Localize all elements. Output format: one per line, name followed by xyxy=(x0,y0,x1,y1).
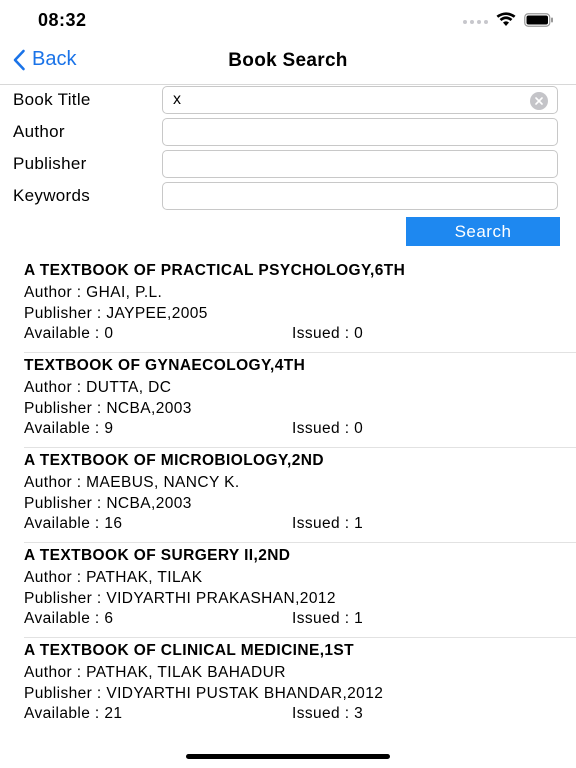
author-label: Author xyxy=(13,122,65,141)
publisher-row: Publisher xyxy=(0,150,576,182)
book-issued: Issued : 3 xyxy=(292,705,364,722)
home-indicator[interactable] xyxy=(186,754,390,759)
book-title: A TEXTBOOK OF MICROBIOLOGY,2ND xyxy=(24,452,324,469)
keywords-label: Keywords xyxy=(13,186,91,205)
search-button[interactable]: Search xyxy=(406,217,560,246)
book-author: Author : PATHAK, TILAK xyxy=(24,569,203,586)
status-bar: 08:32 xyxy=(0,0,576,40)
keywords-row: Keywords xyxy=(0,182,576,214)
book-publisher: Publisher : VIDYARTHI PUSTAK BHANDAR,201… xyxy=(24,685,384,702)
list-item[interactable]: A TEXTBOOK OF SURGERY II,2ND Author : PA… xyxy=(0,543,576,638)
battery-icon xyxy=(524,12,554,27)
wifi-icon xyxy=(496,12,516,27)
book-title-row: Book Title xyxy=(0,86,576,118)
status-icons xyxy=(463,12,554,27)
clear-icon[interactable] xyxy=(530,92,548,110)
results-list: A TEXTBOOK OF PRACTICAL PSYCHOLOGY,6TH A… xyxy=(0,258,576,733)
book-publisher: Publisher : VIDYARTHI PRAKASHAN,2012 xyxy=(24,590,336,607)
book-title-label: Book Title xyxy=(13,90,91,109)
book-author: Author : GHAI, P.L. xyxy=(24,284,163,301)
book-title: A TEXTBOOK OF SURGERY II,2ND xyxy=(24,547,291,564)
book-title: TEXTBOOK OF GYNAECOLOGY,4TH xyxy=(24,357,306,374)
publisher-label: Publisher xyxy=(13,154,87,173)
author-input[interactable] xyxy=(162,118,558,146)
book-available: Available : 6 xyxy=(24,610,114,627)
author-row: Author xyxy=(0,118,576,150)
signal-icon xyxy=(463,16,488,24)
status-time: 08:32 xyxy=(38,10,87,30)
book-issued: Issued : 0 xyxy=(292,325,364,342)
book-publisher: Publisher : NCBA,2003 xyxy=(24,495,192,512)
book-author: Author : PATHAK, TILAK BAHADUR xyxy=(24,664,286,681)
book-issued: Issued : 0 xyxy=(292,420,364,437)
list-item[interactable]: A TEXTBOOK OF MICROBIOLOGY,2ND Author : … xyxy=(0,448,576,543)
book-available: Available : 0 xyxy=(24,325,114,342)
book-author: Author : MAEBUS, NANCY K. xyxy=(24,474,240,491)
book-issued: Issued : 1 xyxy=(292,515,364,532)
book-available: Available : 21 xyxy=(24,705,123,722)
book-publisher: Publisher : JAYPEE,2005 xyxy=(24,305,208,322)
book-publisher: Publisher : NCBA,2003 xyxy=(24,400,192,417)
list-item[interactable]: A TEXTBOOK OF PRACTICAL PSYCHOLOGY,6TH A… xyxy=(0,258,576,353)
book-available: Available : 9 xyxy=(24,420,114,437)
book-title: A TEXTBOOK OF PRACTICAL PSYCHOLOGY,6TH xyxy=(24,262,406,279)
navigation-bar: Back Book Search xyxy=(0,40,576,85)
book-title-input[interactable] xyxy=(162,86,558,114)
list-item[interactable]: A TEXTBOOK OF CLINICAL MEDICINE,1ST Auth… xyxy=(0,638,576,733)
book-title: A TEXTBOOK OF CLINICAL MEDICINE,1ST xyxy=(24,642,355,659)
list-item[interactable]: TEXTBOOK OF GYNAECOLOGY,4TH Author : DUT… xyxy=(0,353,576,448)
page-title: Book Search xyxy=(228,50,348,71)
book-author: Author : DUTTA, DC xyxy=(24,379,172,396)
publisher-input[interactable] xyxy=(162,150,558,178)
book-available: Available : 16 xyxy=(24,515,123,532)
keywords-input[interactable] xyxy=(162,182,558,210)
book-issued: Issued : 1 xyxy=(292,610,364,627)
